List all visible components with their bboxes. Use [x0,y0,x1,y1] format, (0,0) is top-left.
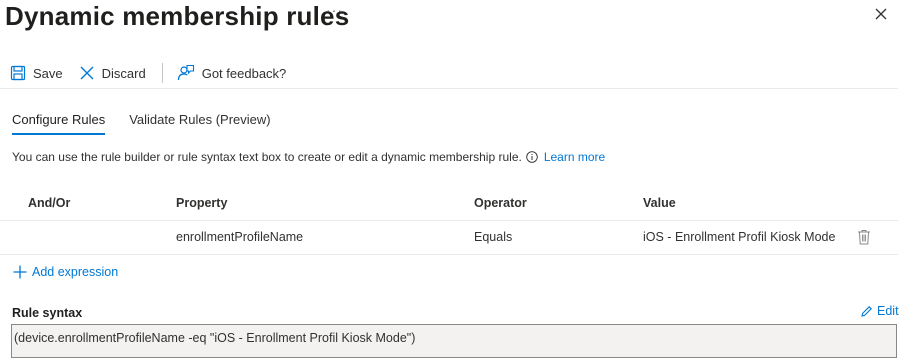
info-description: You can use the rule builder or rule syn… [12,150,522,164]
column-header-and-or: And/Or [28,196,71,210]
add-expression-button[interactable]: Add expression [12,264,118,280]
column-header-property: Property [176,196,228,210]
toolbar-divider-line [0,88,898,89]
plus-icon [13,265,27,279]
learn-more-link[interactable]: Learn more [544,150,605,164]
table-header: And/Or Property Operator Value [0,188,898,221]
rule-syntax-label: Rule syntax [12,306,83,320]
info-icon[interactable] [526,151,538,163]
rule-syntax-textbox[interactable]: (device.enrollmentProfileName -eq "iOS -… [11,324,897,358]
tab-list: Configure Rules Validate Rules (Preview) [12,112,295,135]
tab-validate-rules[interactable]: Validate Rules (Preview) [129,112,270,135]
discard-button[interactable]: Discard [79,65,146,81]
delete-row-button[interactable] [857,229,871,248]
pencil-icon [861,305,872,317]
toolbar-divider [161,63,163,83]
info-text: You can use the rule builder or rule syn… [12,150,605,164]
feedback-label: Got feedback? [201,65,287,81]
command-bar: Save Discard Got feedback? [10,61,286,85]
table-row: enrollmentProfileName Equals iOS - Enrol… [0,222,898,255]
save-label: Save [33,65,63,81]
trash-icon [858,230,870,245]
save-icon [10,65,26,81]
more-options-button[interactable]: ··· [326,2,343,18]
discard-label: Discard [101,65,146,81]
cell-property[interactable]: enrollmentProfileName [176,230,303,244]
feedback-button[interactable]: Got feedback? [177,64,287,82]
edit-rule-syntax-button[interactable]: Edit [860,304,899,318]
close-icon [875,8,887,20]
discard-icon [80,66,94,80]
feedback-icon [177,64,194,81]
add-expression-label: Add expression [32,265,119,279]
column-header-operator: Operator [474,196,527,210]
column-header-value: Value [643,196,676,210]
edit-label: Edit [877,304,899,318]
cell-value[interactable]: iOS - Enrollment Profil Kiosk Mode [643,230,835,244]
close-button[interactable] [873,6,889,22]
page-title: Dynamic membership rules [5,1,350,31]
cell-operator[interactable]: Equals [474,230,512,244]
save-button[interactable]: Save [10,65,63,81]
tab-configure-rules[interactable]: Configure Rules [12,112,106,135]
